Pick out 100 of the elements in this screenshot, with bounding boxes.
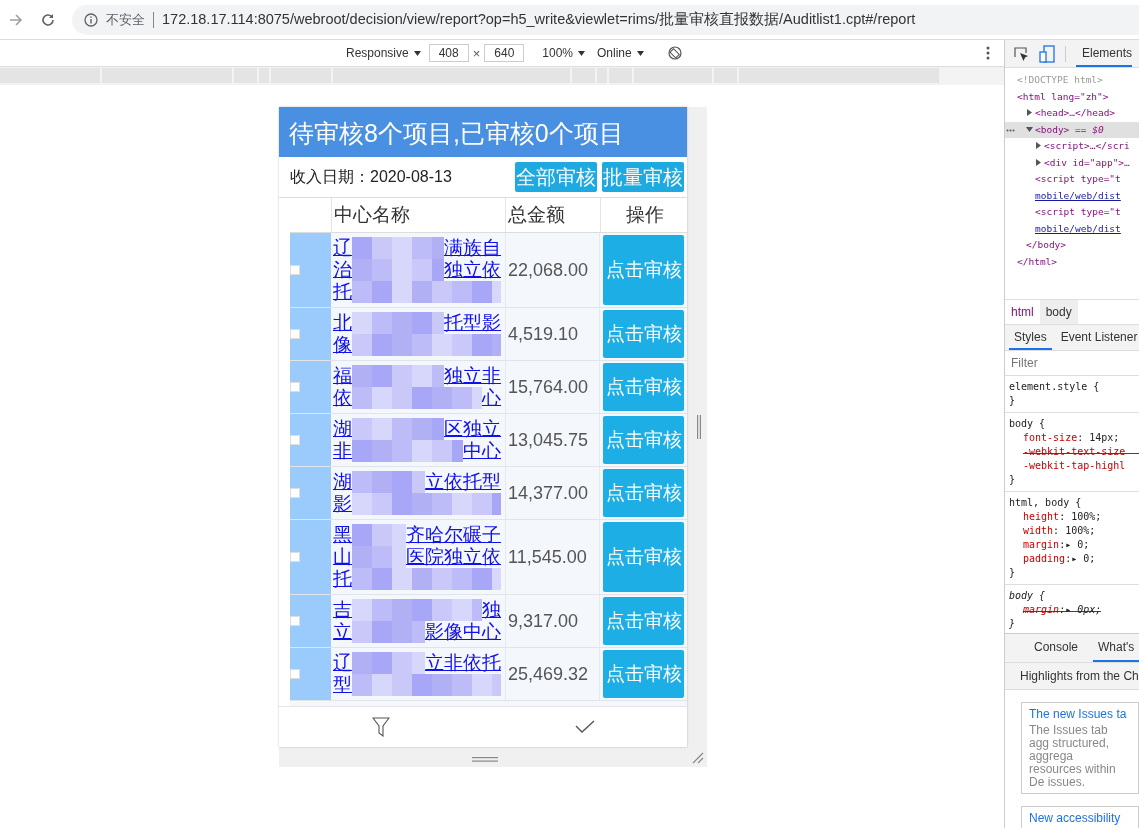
center-name-link[interactable]: 湖 — [333, 471, 352, 493]
forward-icon[interactable] — [8, 11, 24, 28]
amount-text: 4,519.10 — [508, 323, 579, 345]
row-checkbox[interactable] — [290, 265, 300, 275]
news-link[interactable]: The new Issues ta — [1029, 707, 1127, 721]
breadcrumb[interactable]: body — [1039, 300, 1078, 324]
expand-arrow-icon[interactable] — [1026, 109, 1033, 116]
zoom-select[interactable]: 100% — [538, 46, 589, 60]
check-icon[interactable] — [574, 720, 595, 734]
center-name-link[interactable]: 心 — [482, 387, 501, 409]
center-name-link[interactable]: 独立非 — [444, 365, 501, 387]
center-name-link[interactable]: 立 — [333, 621, 352, 643]
center-name-link[interactable]: 影像中心 — [425, 621, 501, 643]
styles-tab[interactable]: Styles — [1009, 325, 1052, 350]
center-name-link[interactable]: 托 — [333, 281, 352, 303]
device-mode-select[interactable]: Responsive — [342, 46, 425, 60]
height-field[interactable]: 640 — [484, 44, 525, 62]
row-checkbox[interactable] — [290, 329, 300, 339]
info-icon[interactable] — [84, 12, 98, 27]
reload-icon[interactable] — [40, 11, 56, 28]
row-checkbox[interactable] — [290, 616, 300, 626]
security-label: 不安全 — [106, 10, 145, 29]
css-brace: } — [1009, 394, 1017, 408]
dom-node[interactable]: </body> — [1005, 237, 1139, 254]
center-name-link[interactable]: 治 — [333, 259, 352, 281]
caret-icon — [578, 50, 585, 56]
css-declaration[interactable]: font-size: 14px; — [1009, 431, 1139, 445]
resize-handle-icon[interactable] — [472, 757, 498, 762]
center-name-link[interactable]: 满族自 — [444, 237, 501, 259]
device-toolbar-icon[interactable] — [1039, 44, 1055, 63]
center-name-link[interactable]: 托型影 — [444, 312, 501, 334]
center-name-link[interactable]: 医院独立依 — [406, 546, 501, 568]
center-name-link[interactable]: 黑 — [333, 524, 352, 546]
dom-node[interactable]: <div id="app">… — [1005, 154, 1139, 171]
center-name-link[interactable]: 独 — [482, 599, 501, 621]
center-name-link[interactable]: 湖 — [333, 418, 352, 440]
row-checkbox[interactable] — [290, 435, 300, 445]
url-text: 172.18.17.114:8075/webroot/decision/view/report?op=h5_write&viewlet=rims/批量审核直报数据/Auditlist1.cpt#/report — [162, 10, 916, 29]
css-selector: body { — [1009, 589, 1047, 603]
row-checkbox[interactable] — [290, 552, 300, 562]
dom-node[interactable]: <html lang="zh"> — [1005, 88, 1139, 105]
center-name-link[interactable]: 型 — [333, 674, 352, 696]
dom-node[interactable]: <script type="t mobile/web/dist — [1005, 204, 1139, 237]
amount-text: 14,377.00 — [508, 482, 589, 504]
center-name-link[interactable]: 齐哈尔碾子 — [406, 524, 501, 546]
css-selector: body { — [1009, 417, 1047, 431]
center-name-link[interactable]: 托 — [333, 568, 352, 590]
amount-text: 22,068.00 — [508, 259, 589, 281]
css-declaration[interactable]: -webkit-tap-highl — [1009, 459, 1139, 473]
center-name-link[interactable]: 区独立 — [444, 418, 501, 440]
amount-text: 9,317.00 — [508, 610, 579, 632]
drawer-tab[interactable]: Console — [1029, 634, 1084, 662]
throttle-select[interactable]: Online — [593, 46, 648, 60]
center-name-link[interactable]: 北 — [333, 312, 352, 334]
dom-node[interactable]: <body> == $0 — [1005, 121, 1139, 138]
width-field[interactable]: 408 — [428, 44, 469, 62]
css-declaration[interactable]: margin:▸ 0; — [1009, 538, 1139, 552]
center-name-link[interactable]: 非 — [333, 440, 352, 462]
news-link[interactable]: New accessibility — [1029, 811, 1121, 825]
dom-node[interactable]: </html> — [1005, 253, 1139, 270]
column-header: 总金额 — [505, 198, 600, 232]
inspect-icon[interactable] — [1013, 45, 1029, 62]
expand-arrow-icon[interactable] — [1035, 142, 1042, 149]
dom-node[interactable]: <head>…</head> — [1005, 105, 1139, 122]
center-name-link[interactable]: 辽 — [333, 237, 352, 259]
css-declaration[interactable]: height: 100%; — [1009, 510, 1139, 524]
center-name-link[interactable]: 中心 — [463, 440, 501, 462]
column-header: 中心名称 — [331, 198, 505, 232]
center-name-link[interactable]: 立非依托 — [425, 652, 501, 674]
row-checkbox[interactable] — [290, 488, 300, 498]
more-icon[interactable] — [985, 46, 990, 60]
highlights-heading: Highlights from the Ch — [1005, 663, 1139, 690]
times-sign: × — [472, 45, 481, 61]
center-name-link[interactable]: 像 — [333, 334, 352, 356]
dom-node[interactable]: <script>…</scri — [1005, 138, 1139, 155]
expand-arrow-icon[interactable] — [1035, 158, 1042, 166]
styles-tab[interactable]: Event Listener — [1055, 325, 1139, 350]
css-brace: } — [1009, 566, 1017, 580]
more-icon[interactable] — [1006, 128, 1015, 132]
resize-handle-icon[interactable] — [697, 415, 701, 439]
center-name-link[interactable]: 依 — [333, 387, 352, 409]
dom-node[interactable]: <script type="t mobile/web/dist — [1005, 171, 1139, 204]
center-name-link[interactable]: 福 — [333, 365, 352, 387]
expand-arrow-icon[interactable] — [1026, 125, 1033, 133]
row-checkbox[interactable] — [290, 669, 300, 679]
breadcrumb[interactable]: html — [1005, 300, 1040, 324]
center-name-link[interactable]: 立依托型 — [425, 471, 501, 493]
redaction-mosaic — [352, 524, 406, 546]
filter-icon[interactable] — [371, 717, 390, 737]
corner-resize-icon[interactable] — [692, 752, 704, 764]
rotate-icon[interactable] — [667, 46, 682, 60]
center-name-link[interactable]: 吉 — [333, 599, 352, 621]
center-name-link[interactable]: 山 — [333, 546, 352, 568]
row-checkbox[interactable] — [290, 382, 300, 392]
center-name-link[interactable]: 独立依 — [444, 259, 501, 281]
address-bar[interactable]: 不安全 172.18.17.114:8075/webroot/decision/view/report?op=h5_write&viewlet=rims/批量审核直报数据/Auditlist1.cpt#/report — [72, 4, 1139, 35]
center-name-link[interactable]: 辽 — [333, 652, 352, 674]
css-declaration[interactable]: width: 100%; — [1009, 524, 1139, 538]
css-declaration[interactable]: padding:▸ 0; — [1009, 552, 1139, 566]
center-name-link[interactable]: 影 — [333, 493, 352, 515]
